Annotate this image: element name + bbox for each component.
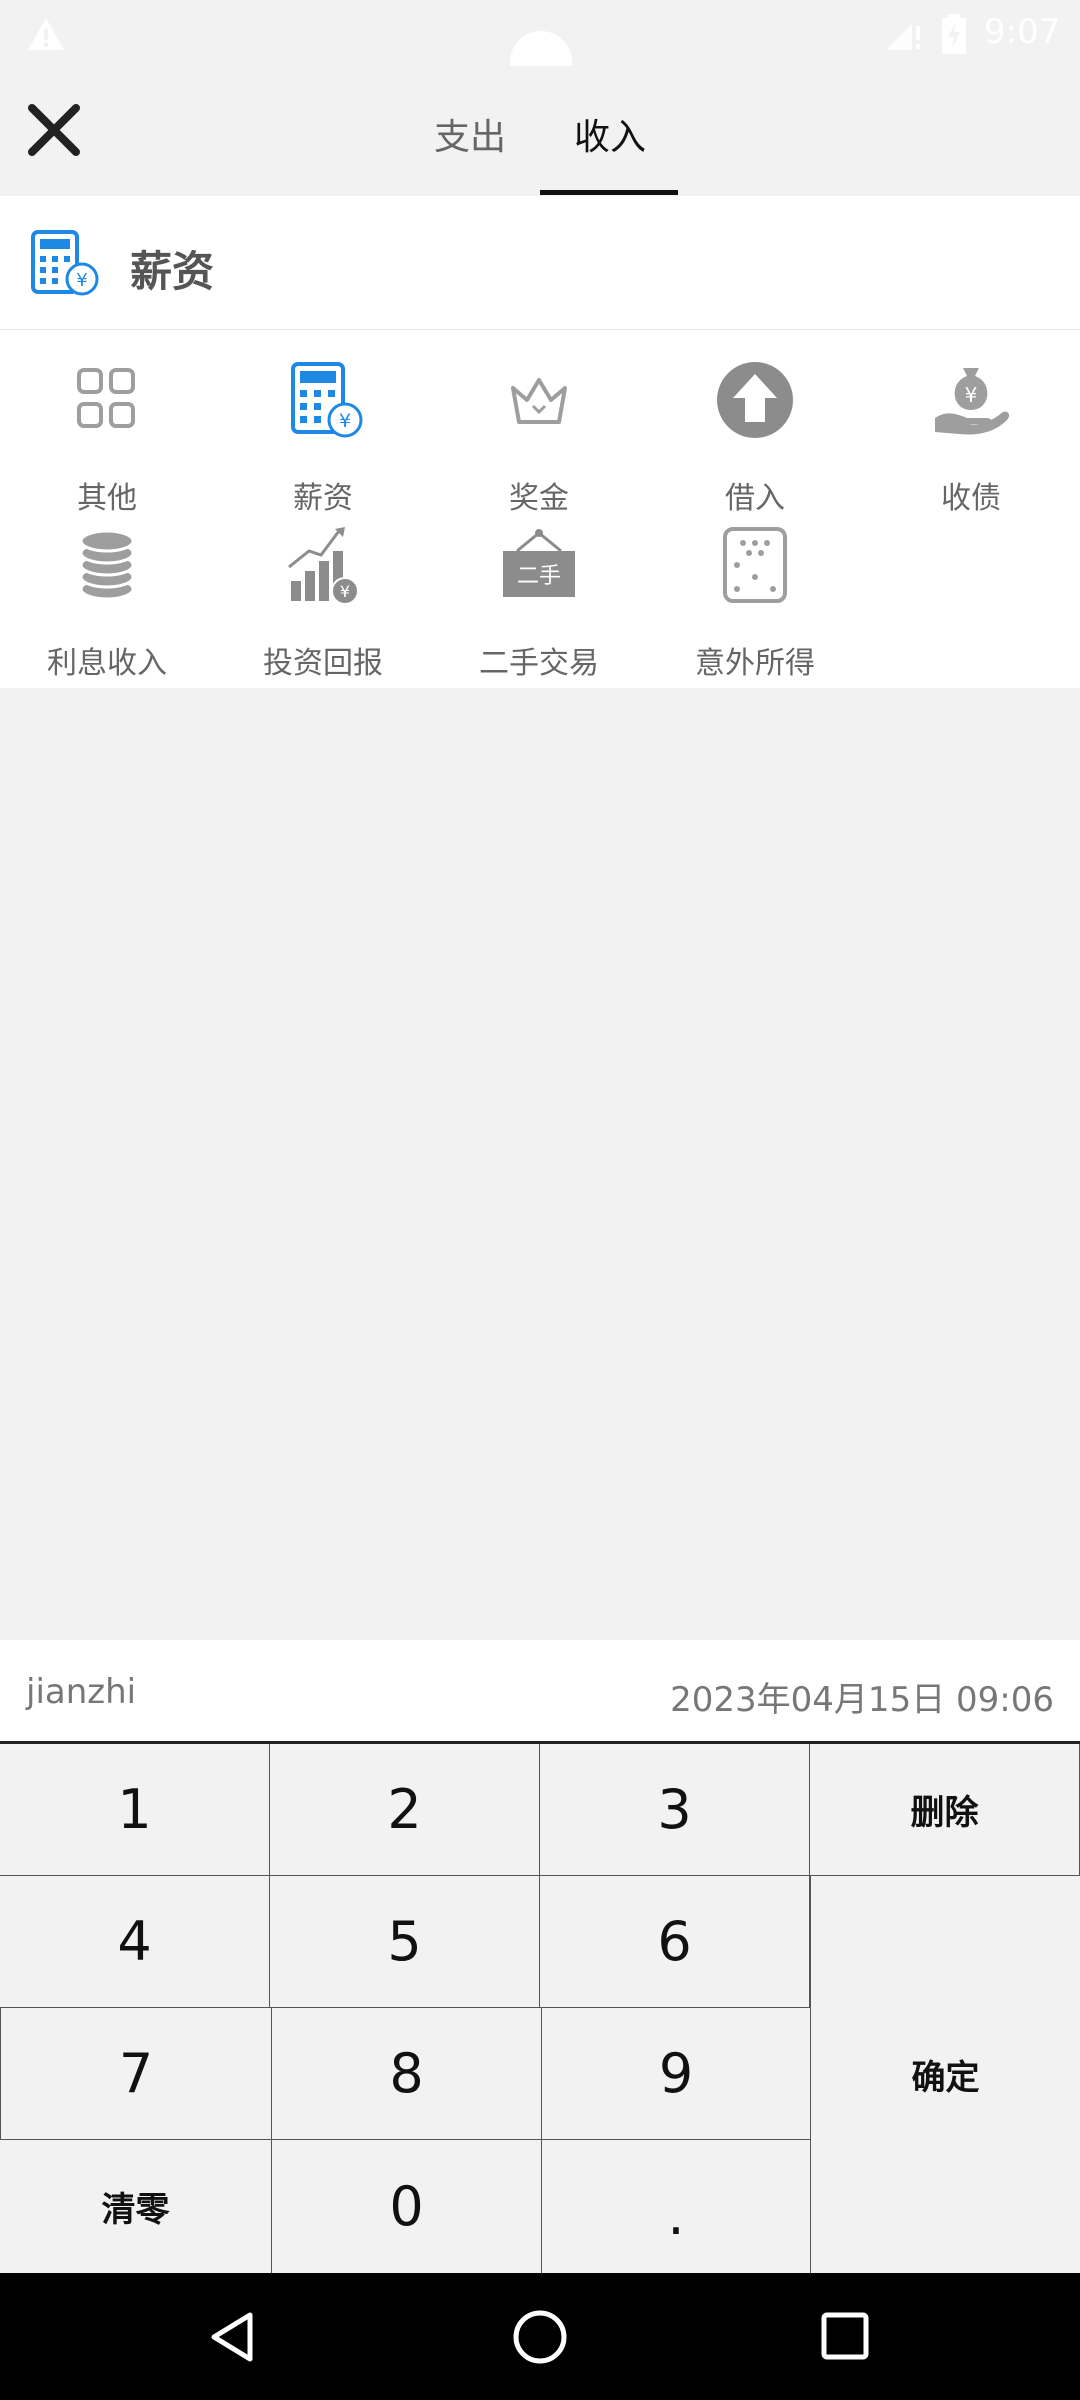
upload-arrow-icon xyxy=(717,362,793,438)
warning-icon xyxy=(28,18,64,50)
screen: 9:07 支出 收入 ¥ 薪资 其他 ¥ 薪资 奖金 借入 ¥ 收债 利息收入 … xyxy=(0,0,1080,2400)
category-windfall[interactable]: 意外所得 xyxy=(665,525,845,679)
salary-calculator-icon: ¥ xyxy=(31,230,99,296)
clear-key[interactable]: 清零 xyxy=(0,2140,272,2273)
category-debt-collect[interactable]: ¥ 收债 xyxy=(881,360,1061,514)
number-keypad: 1 2 3 删除 4 5 6 7 8 9 清零 0 . 确定 xyxy=(0,1744,1080,2273)
close-icon[interactable] xyxy=(20,96,88,164)
category-label: 意外所得 xyxy=(695,646,815,681)
category-investment-return[interactable]: ¥ 投资回报 xyxy=(233,525,413,679)
category-borrow-in[interactable]: 借入 xyxy=(665,360,845,514)
dice-icon xyxy=(723,527,787,603)
signal-icon xyxy=(886,24,920,50)
secondhand-sign-icon: 二手 xyxy=(503,529,575,597)
key-3[interactable]: 3 xyxy=(540,1744,810,1876)
entry-info-row: jianzhi 2023年04月15日 09:06 xyxy=(0,1640,1080,1744)
selected-category-label: 薪资 xyxy=(130,247,215,296)
crown-icon xyxy=(511,378,567,424)
tab-expense[interactable]: 支出 xyxy=(434,108,506,160)
selected-category-bar: ¥ 薪资 xyxy=(0,196,1080,330)
svg-text:¥: ¥ xyxy=(339,410,351,432)
category-label: 其他 xyxy=(77,481,137,516)
category-label: 收债 xyxy=(941,481,1001,516)
status-bar: 9:07 xyxy=(0,0,1080,93)
recent-square-icon[interactable] xyxy=(818,2309,872,2363)
key-9[interactable]: 9 xyxy=(542,2008,810,2140)
category-bonus[interactable]: 奖金 xyxy=(449,360,629,514)
category-label: 借入 xyxy=(725,481,785,516)
svg-text:¥: ¥ xyxy=(965,383,978,407)
key-8[interactable]: 8 xyxy=(272,2008,542,2140)
note-field[interactable]: jianzhi xyxy=(26,1672,136,1712)
system-nav-bar xyxy=(0,2273,1080,2400)
svg-text:¥: ¥ xyxy=(340,582,350,601)
tab-income[interactable]: 收入 xyxy=(574,108,646,160)
key-4[interactable]: 4 xyxy=(0,1876,270,2008)
active-tab-indicator xyxy=(540,190,678,195)
svg-text:¥: ¥ xyxy=(76,270,87,291)
money-bag-hand-icon: ¥ xyxy=(935,368,1010,435)
key-1[interactable]: 1 xyxy=(0,1744,270,1876)
delete-key[interactable]: 删除 xyxy=(810,1744,1080,1876)
category-salary[interactable]: ¥ 薪资 xyxy=(233,360,413,514)
key-7[interactable]: 7 xyxy=(0,2008,272,2140)
key-dot[interactable]: . xyxy=(542,2140,810,2273)
key-2[interactable]: 2 xyxy=(270,1744,540,1876)
salary-calculator-icon: ¥ xyxy=(291,362,363,438)
category-label: 奖金 xyxy=(509,481,569,516)
key-5[interactable]: 5 xyxy=(270,1876,540,2008)
category-grid: 其他 ¥ 薪资 奖金 借入 ¥ 收债 利息收入 ¥ 投资回报 二手 二手交易 意… xyxy=(0,330,1080,688)
category-label: 投资回报 xyxy=(263,646,383,681)
confirm-key[interactable]: 确定 xyxy=(810,1876,1080,2273)
category-other[interactable]: 其他 xyxy=(17,360,197,514)
battery-charging-icon xyxy=(942,14,966,54)
grid-icon xyxy=(77,368,135,428)
datetime-field[interactable]: 2023年04月15日 09:06 xyxy=(670,1672,1054,1721)
category-secondhand[interactable]: 二手 二手交易 xyxy=(449,525,629,679)
growth-chart-icon: ¥ xyxy=(288,527,359,605)
category-interest-income[interactable]: 利息收入 xyxy=(17,525,197,679)
category-label: 二手交易 xyxy=(479,646,599,681)
status-time: 9:07 xyxy=(984,12,1061,52)
category-label: 薪资 xyxy=(293,481,353,516)
category-label: 利息收入 xyxy=(47,646,167,681)
home-circle-icon[interactable] xyxy=(510,2307,570,2367)
coin-stack-icon xyxy=(79,529,135,601)
svg-text:二手: 二手 xyxy=(517,564,561,589)
key-6[interactable]: 6 xyxy=(540,1876,810,2008)
back-triangle-icon[interactable] xyxy=(206,2309,262,2365)
key-0[interactable]: 0 xyxy=(272,2140,542,2273)
header: 支出 收入 xyxy=(0,66,1080,196)
